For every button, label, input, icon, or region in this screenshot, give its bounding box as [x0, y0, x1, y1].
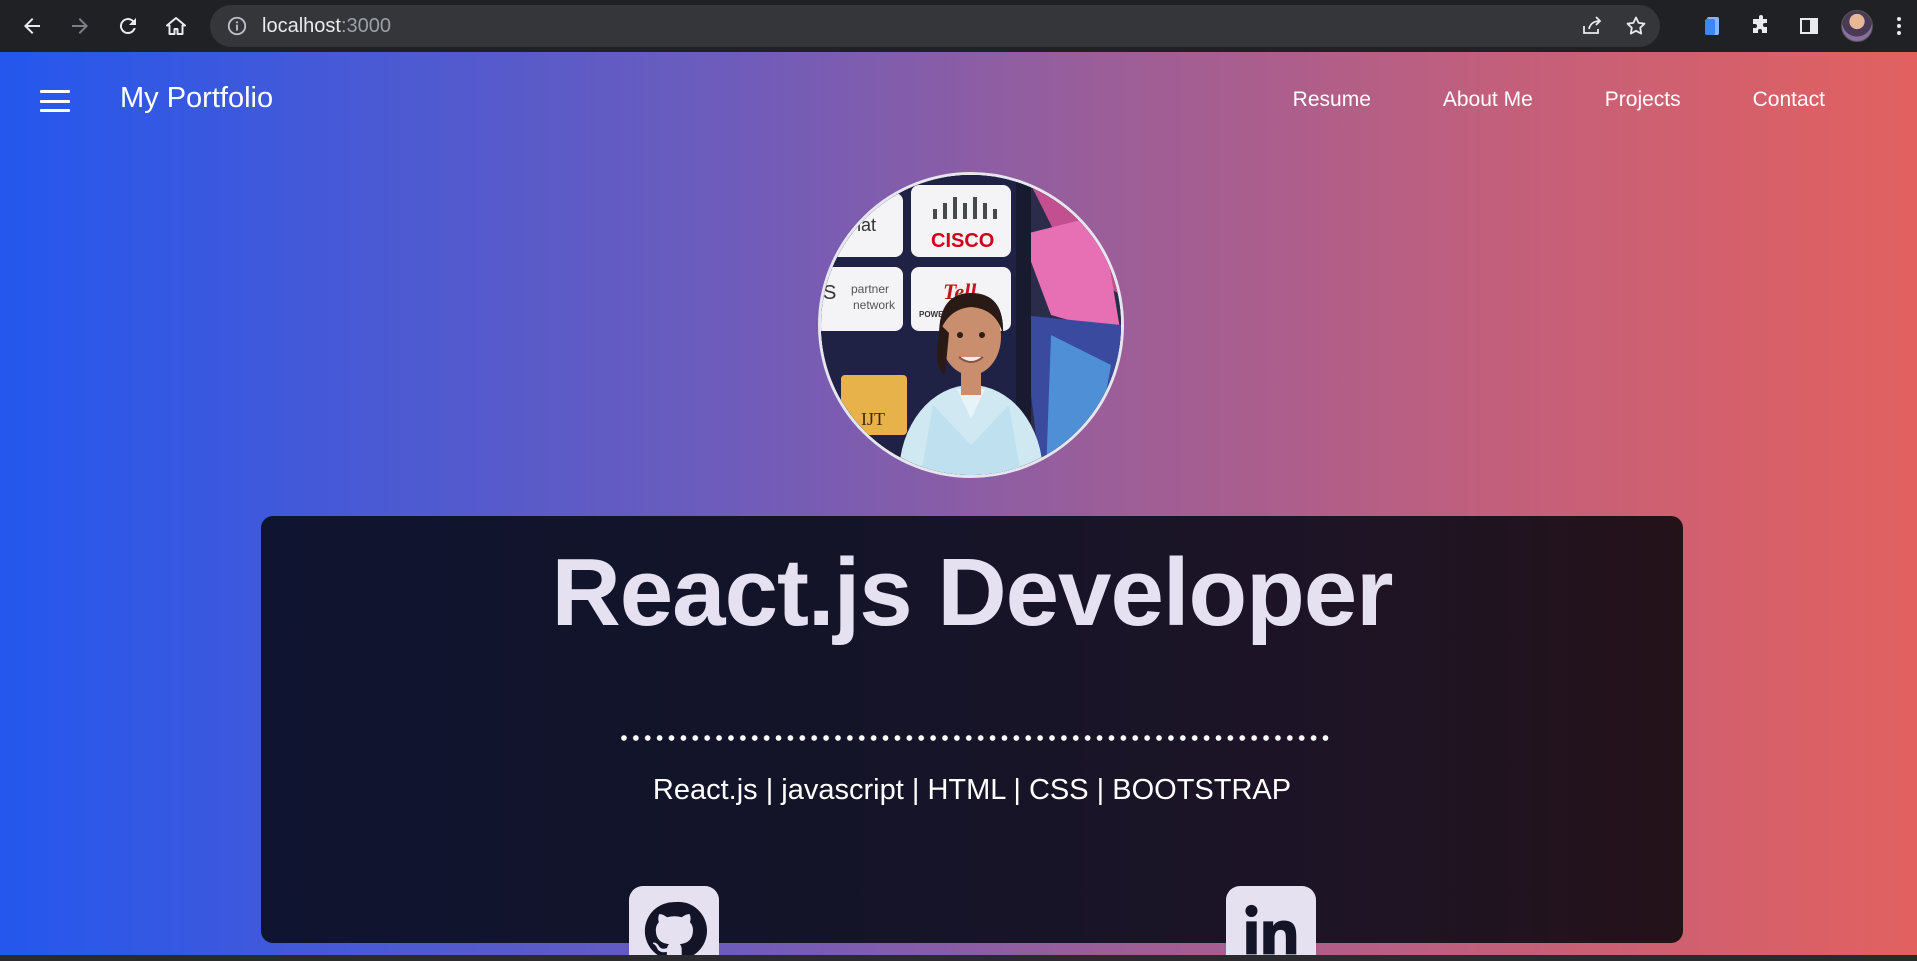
- side-panel-button[interactable]: [1785, 0, 1833, 52]
- browser-toolbar: localhost:3000: [0, 0, 1917, 52]
- forward-button[interactable]: [56, 0, 104, 52]
- hero-title: React.js Developer: [551, 539, 1393, 646]
- nav-link-projects[interactable]: Projects: [1605, 88, 1681, 112]
- hero-card: React.js Developer React.js | javascript…: [261, 516, 1683, 961]
- skills-text: React.js | javascript | HTML | CSS | BOO…: [652, 774, 1292, 806]
- reload-button[interactable]: [104, 0, 152, 52]
- sign-text: network: [853, 298, 896, 312]
- reload-icon: [119, 18, 136, 35]
- browser-menu-button[interactable]: [1881, 0, 1917, 52]
- github-link[interactable]: [629, 886, 719, 961]
- site-brand[interactable]: My Portfolio: [120, 82, 273, 115]
- dotted-divider: [618, 734, 1332, 742]
- puzzle-icon: [1753, 15, 1767, 33]
- kebab-menu-icon: [1897, 17, 1901, 35]
- sign-text: partner: [851, 282, 889, 296]
- profile-button[interactable]: [1833, 0, 1881, 52]
- back-arrow-icon: [24, 18, 40, 34]
- side-panel-icon: [1800, 18, 1818, 34]
- sign-text: CISCO: [931, 230, 994, 252]
- home-icon: [166, 17, 186, 35]
- github-icon: [644, 901, 707, 960]
- nav-link-resume[interactable]: Resume: [1293, 88, 1371, 112]
- linkedin-link[interactable]: [1226, 886, 1316, 961]
- profile-photo: hat CISCO partner network S Tell POWER I…: [818, 172, 1124, 478]
- document-icon: [1705, 17, 1719, 35]
- sign-text: hat: [851, 215, 876, 235]
- forward-arrow-icon: [72, 18, 88, 34]
- share-icon[interactable]: [1580, 14, 1604, 38]
- linkedin-icon: [1245, 904, 1297, 955]
- nav-link-contact[interactable]: Contact: [1753, 88, 1825, 112]
- url-port: :3000: [340, 14, 391, 37]
- back-button[interactable]: [8, 0, 56, 52]
- info-icon[interactable]: [226, 15, 248, 37]
- hamburger-menu-icon[interactable]: [40, 90, 70, 112]
- extensions-button[interactable]: [1737, 0, 1785, 52]
- address-bar[interactable]: localhost:3000: [210, 5, 1660, 47]
- window-bottom-edge: [0, 955, 1917, 961]
- url-host: localhost: [262, 14, 341, 37]
- site-navbar: My Portfolio Resume About Me Projects Co…: [0, 52, 1917, 149]
- home-button[interactable]: [152, 0, 200, 52]
- sign-text: IJT: [861, 409, 885, 429]
- nav-link-about-me[interactable]: About Me: [1443, 88, 1533, 112]
- url-text[interactable]: localhost:3000: [262, 15, 391, 38]
- avatar: [1841, 10, 1873, 42]
- star-icon[interactable]: [1624, 14, 1648, 38]
- extension-document-button[interactable]: [1689, 0, 1737, 52]
- sign-text: S: [823, 282, 836, 304]
- page-viewport: My Portfolio Resume About Me Projects Co…: [0, 52, 1917, 961]
- nav-links: Resume About Me Projects Contact: [1293, 88, 1825, 112]
